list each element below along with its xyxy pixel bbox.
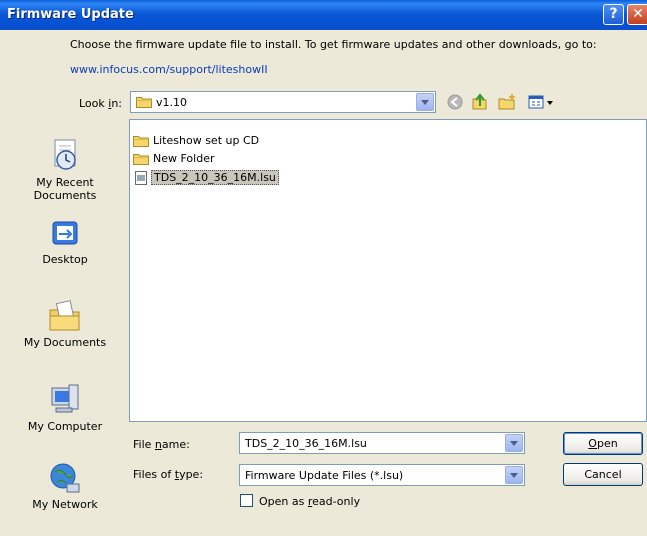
look-in-dropdown[interactable]: v1.10 [130,91,436,113]
file-icon [135,171,147,185]
recent-documents-icon [54,139,76,170]
title-bar[interactable]: Firmware Update ? ✕ [0,0,647,30]
close-icon: ✕ [632,6,644,22]
chevron-down-icon[interactable] [416,93,434,111]
file-list[interactable]: Liteshow set up CD New Folder TDS_2_10_3… [129,119,647,422]
window-title: Firmware Update [7,7,134,22]
new-folder-icon[interactable] [497,93,517,111]
my-documents-icon [49,300,80,331]
desktop-icon [52,221,78,245]
file-name-input[interactable]: TDS_2_10_36_16M.lsu [239,432,525,454]
open-button[interactable]: Open [563,432,643,455]
view-menu-icon[interactable] [527,93,555,111]
place-my-documents[interactable]: My Documents [7,298,123,349]
up-folder-icon[interactable] [470,93,490,111]
read-only-label[interactable]: Open as read-only [259,495,360,508]
chevron-down-icon[interactable] [505,466,523,484]
place-my-network[interactable]: My Network [7,460,123,511]
my-computer-icon [51,384,79,413]
places-bar: My Recent Documents Desktop My Documents [7,120,123,522]
folder-icon [133,136,149,147]
firmware-update-dialog: Firmware Update ? ✕ Choose the firmware … [0,0,647,536]
help-icon: ? [609,6,618,22]
place-my-recent-documents[interactable]: My Recent Documents [7,138,123,202]
cancel-button[interactable]: Cancel [563,463,643,486]
chevron-down-icon[interactable] [505,434,523,452]
folder-icon [133,154,149,165]
folder-icon [136,97,152,108]
place-my-computer[interactable]: My Computer [7,382,123,433]
file-type-label: Files of type: [133,468,204,481]
file-type-dropdown[interactable]: Firmware Update Files (*.lsu) [239,464,525,486]
close-button[interactable]: ✕ [627,4,647,25]
back-icon[interactable] [445,93,465,111]
look-in-label: Look in: [79,97,123,110]
instruction-text: Choose the firmware update file to insta… [70,38,597,51]
file-name-label: File name: [133,438,190,451]
read-only-checkbox[interactable] [240,494,253,507]
help-button[interactable]: ? [603,4,624,25]
place-desktop[interactable]: Desktop [7,219,123,266]
support-link[interactable]: www.infocus.com/support/liteshowII [70,63,268,76]
my-network-icon [50,463,80,493]
look-in-value: v1.10 [156,96,188,109]
